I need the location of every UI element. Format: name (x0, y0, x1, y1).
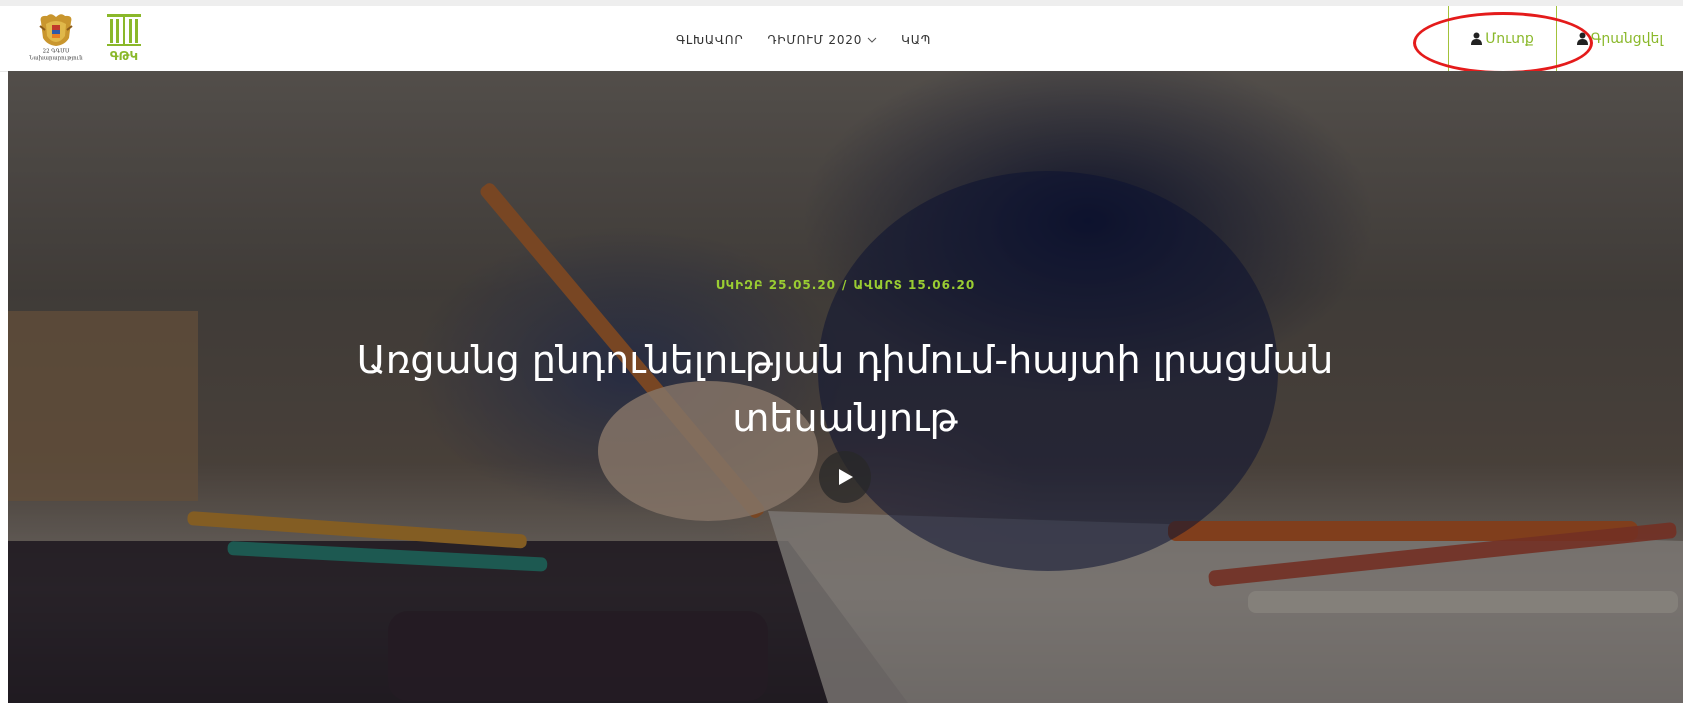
user-icon (1471, 32, 1483, 45)
hero-title-line2: տեսանյութ (732, 396, 958, 441)
play-icon (839, 469, 853, 485)
login-button[interactable]: Մուտք (1448, 6, 1556, 71)
hero-dates: ՍԿԻԶԲ 25.05.20 / ԱՎԱՐՏ 15.06.20 (8, 278, 1683, 292)
gtk-column-icon: ԳԹԿ (107, 14, 141, 63)
user-icon (1576, 32, 1588, 45)
register-label: Գրանցվել (1590, 30, 1664, 47)
nav-home[interactable]: ԳԼԽԱՎՈՐ (676, 33, 743, 47)
nav-contact-label: ԿԱՊ (901, 32, 932, 47)
coat-of-arms-logo[interactable]: 22 ԳԳՄՍ Նախարարություն (26, 12, 86, 68)
emblem-caption-line1: 22 ԳԳՄՍ (42, 48, 70, 55)
nav-contact[interactable]: ԿԱՊ (901, 33, 931, 47)
register-button[interactable]: Գրանցվել (1556, 6, 1683, 71)
end-date: ԱՎԱՐՏ 15.06.20 (853, 278, 976, 292)
nav-application-2020[interactable]: ԴԻՄՈՒՄ 2020 (767, 32, 877, 47)
gtk-logo[interactable]: ԳԹԿ (104, 12, 144, 64)
main-nav: ԳԼԽԱՎՈՐ ԴԻՄՈՒՄ 2020 ԿԱՊ (676, 32, 931, 48)
chevron-down-icon (867, 32, 877, 46)
nav-home-label: ԳԼԽԱՎՈՐ (676, 32, 744, 47)
nav-application-label: ԴԻՄՈՒՄ 2020 (767, 33, 863, 47)
gtk-logo-text: ԳԹԿ (110, 49, 138, 63)
auth-buttons: Մուտք Գրանցվել (1448, 6, 1683, 71)
hero-title-line1: Առցանց ընդունելության դիմում-հայտի լրացմ… (356, 338, 1334, 383)
date-separator: / (842, 278, 848, 292)
start-date: ՍԿԻԶԲ 25.05.20 (715, 278, 837, 292)
video-play-button[interactable] (819, 451, 871, 503)
hero-banner: ՍԿԻԶԲ 25.05.20 / ԱՎԱՐՏ 15.06.20 Առցանց ընդ… (8, 71, 1683, 703)
emblem-caption-line2: Նախարարություն (29, 55, 83, 62)
login-label: Մուտք (1485, 30, 1534, 47)
coat-of-arms-icon (39, 14, 73, 47)
site-header: 22 ԳԳՄՍ Նախարարություն ԳԹԿ ԳԼԽԱՎՈՐ ԴԻՄՈՒ… (0, 6, 1683, 72)
hero-title: Առցանց ընդունելության դիմում-հայտի լրացմ… (345, 331, 1345, 447)
